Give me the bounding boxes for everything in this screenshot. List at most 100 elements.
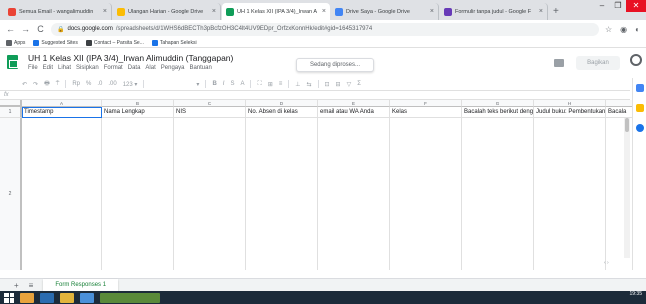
url-bar[interactable]: 🔒 docs.google.com/spreadsheets/d/1WHS6dB… [51, 22, 599, 36]
print-icon[interactable]: 🖶 [44, 79, 50, 89]
cell-f1[interactable]: Kelas [390, 107, 462, 118]
ie-taskbar-icon[interactable] [40, 292, 54, 303]
currency-format-button[interactable]: Rp [72, 81, 80, 87]
font-size-dropdown[interactable]: ▾ [196, 81, 199, 88]
windows-start-icon[interactable] [4, 292, 14, 303]
system-tray-clock[interactable]: 19:35 [629, 292, 642, 297]
decrease-decimal-button[interactable]: .0 [97, 81, 102, 87]
star-icon[interactable]: ☆ [605, 25, 612, 34]
insert-chart-icon[interactable]: ⊟ [336, 81, 341, 88]
cell-d1[interactable]: No. Absen di kelas [246, 107, 318, 118]
app-taskbar-icon[interactable] [80, 292, 94, 303]
row-header-2[interactable]: 2 [0, 118, 22, 270]
close-icon[interactable]: × [103, 8, 107, 15]
account-icon[interactable] [630, 54, 642, 66]
filter-icon[interactable]: ▽ [347, 81, 352, 88]
formula-bar[interactable]: fx [0, 90, 630, 100]
close-icon[interactable]: × [539, 8, 543, 15]
sheets-logo-icon[interactable] [7, 55, 18, 69]
menu-format[interactable]: Format [104, 65, 123, 71]
column-header-h[interactable]: H [534, 100, 606, 107]
browser-tab-gmail[interactable]: Semua Email - wangalimuddin × [4, 3, 112, 20]
cell-g1[interactable]: Bacalah teks berikut deng [462, 107, 534, 118]
cell-h2[interactable] [534, 118, 606, 270]
menu-data[interactable]: Data [128, 65, 141, 71]
menu-help[interactable]: Bantuan [189, 65, 211, 71]
italic-button[interactable]: I [223, 81, 225, 87]
document-title[interactable]: UH 1 Kelas XII (IPA 3/4)_Irwan Alimuddin… [28, 53, 233, 63]
close-icon[interactable]: × [322, 8, 326, 15]
sheet-tab-form-responses[interactable]: Form Responses 1 [43, 279, 119, 291]
cell-g2[interactable] [462, 118, 534, 270]
bookmark-tahapan[interactable]: Tahapan Seleksi [151, 39, 197, 46]
forward-arrow-icon[interactable]: → [21, 24, 30, 34]
cell-e2[interactable] [318, 118, 390, 270]
strikethrough-button[interactable]: S [230, 81, 234, 87]
column-header-i[interactable] [606, 100, 632, 107]
insert-comment-icon[interactable]: ⊡ [325, 81, 330, 88]
column-header-f[interactable]: F [390, 100, 462, 107]
row-header-1[interactable]: 1 [0, 107, 22, 118]
window-close-button[interactable]: ✕ [626, 0, 646, 12]
paint-format-icon[interactable]: ⍑ [56, 81, 60, 88]
scrollbar-thumb[interactable] [625, 118, 629, 132]
minimize-button[interactable]: – [594, 0, 610, 12]
column-header-d[interactable]: D [246, 100, 318, 107]
bookmark-suggested-sites[interactable]: Suggested Sites [33, 39, 78, 46]
menu-addons[interactable]: Pengaya [161, 65, 185, 71]
cell-f2[interactable] [390, 118, 462, 270]
redo-icon[interactable]: ↷ [33, 81, 38, 88]
menu-tools[interactable]: Alat [145, 65, 155, 71]
column-header-c[interactable]: C [174, 100, 246, 107]
back-arrow-icon[interactable]: ← [6, 24, 15, 34]
add-sheet-button[interactable]: + [14, 281, 19, 290]
cell-b2[interactable] [102, 118, 174, 270]
increase-decimal-button[interactable]: .00 [108, 81, 116, 87]
cell-c2[interactable] [174, 118, 246, 270]
keep-icon[interactable] [636, 104, 644, 112]
select-all-corner[interactable] [0, 100, 22, 107]
extension-icon[interactable]: ◉ [620, 25, 627, 34]
cell-a1[interactable]: Timestamp [22, 107, 102, 118]
align-icon[interactable]: ⊥ [295, 81, 300, 88]
tasks-icon[interactable] [636, 124, 644, 132]
calendar-icon[interactable] [636, 84, 644, 92]
browser-tab-drive-saya[interactable]: Drive Saya - Google Drive × [331, 3, 439, 20]
functions-icon[interactable]: Σ [357, 81, 361, 87]
wrap-icon[interactable]: ⇆ [306, 81, 311, 88]
borders-icon[interactable]: ⊞ [268, 81, 273, 88]
column-header-a[interactable]: A [22, 100, 102, 107]
menu-insert[interactable]: Sisipkan [76, 65, 99, 71]
cell-b1[interactable]: Nama Lengkap [102, 107, 174, 118]
bold-button[interactable]: B [212, 81, 216, 87]
profile-icon[interactable]: ◐ [635, 25, 640, 34]
chrome-taskbar-icon[interactable] [20, 292, 34, 303]
reload-icon[interactable]: C [36, 24, 45, 34]
horizontal-scroll-control[interactable]: ‹ › [604, 260, 609, 266]
column-header-b[interactable]: B [102, 100, 174, 107]
new-tab-button[interactable]: + [549, 3, 563, 20]
cell-e1[interactable]: email atau WA Anda [318, 107, 390, 118]
file-explorer-icon[interactable] [60, 292, 74, 303]
all-sheets-button[interactable]: ≡ [29, 281, 34, 290]
column-header-g[interactable]: G [462, 100, 534, 107]
menu-view[interactable]: Lihat [58, 65, 71, 71]
cell-i1[interactable]: Bacala [606, 107, 632, 118]
bookmark-contact[interactable]: Contact – Parsita Se... [85, 39, 144, 46]
cell-d2[interactable] [246, 118, 318, 270]
fill-color-icon[interactable]: ⛶ [257, 81, 261, 88]
share-button[interactable]: Bagikan [576, 56, 620, 70]
undo-icon[interactable]: ↶ [22, 81, 27, 88]
browser-tab-drive-ulangan[interactable]: Ulangan Harian - Google Drive × [113, 3, 221, 20]
close-icon[interactable]: × [212, 8, 216, 15]
cell-c1[interactable]: NIS [174, 107, 246, 118]
close-icon[interactable]: × [430, 8, 434, 15]
merge-cells-icon[interactable]: ≡ [279, 81, 283, 87]
text-color-button[interactable]: A [240, 81, 244, 87]
menu-edit[interactable]: Edit [43, 65, 53, 71]
more-formats-dropdown[interactable]: 123 ▾ [123, 81, 138, 88]
menu-file[interactable]: File [28, 65, 38, 71]
bookmark-apps[interactable]: Apps [6, 39, 25, 46]
comment-icon[interactable] [554, 59, 564, 67]
maximize-button[interactable]: ❐ [610, 0, 626, 12]
